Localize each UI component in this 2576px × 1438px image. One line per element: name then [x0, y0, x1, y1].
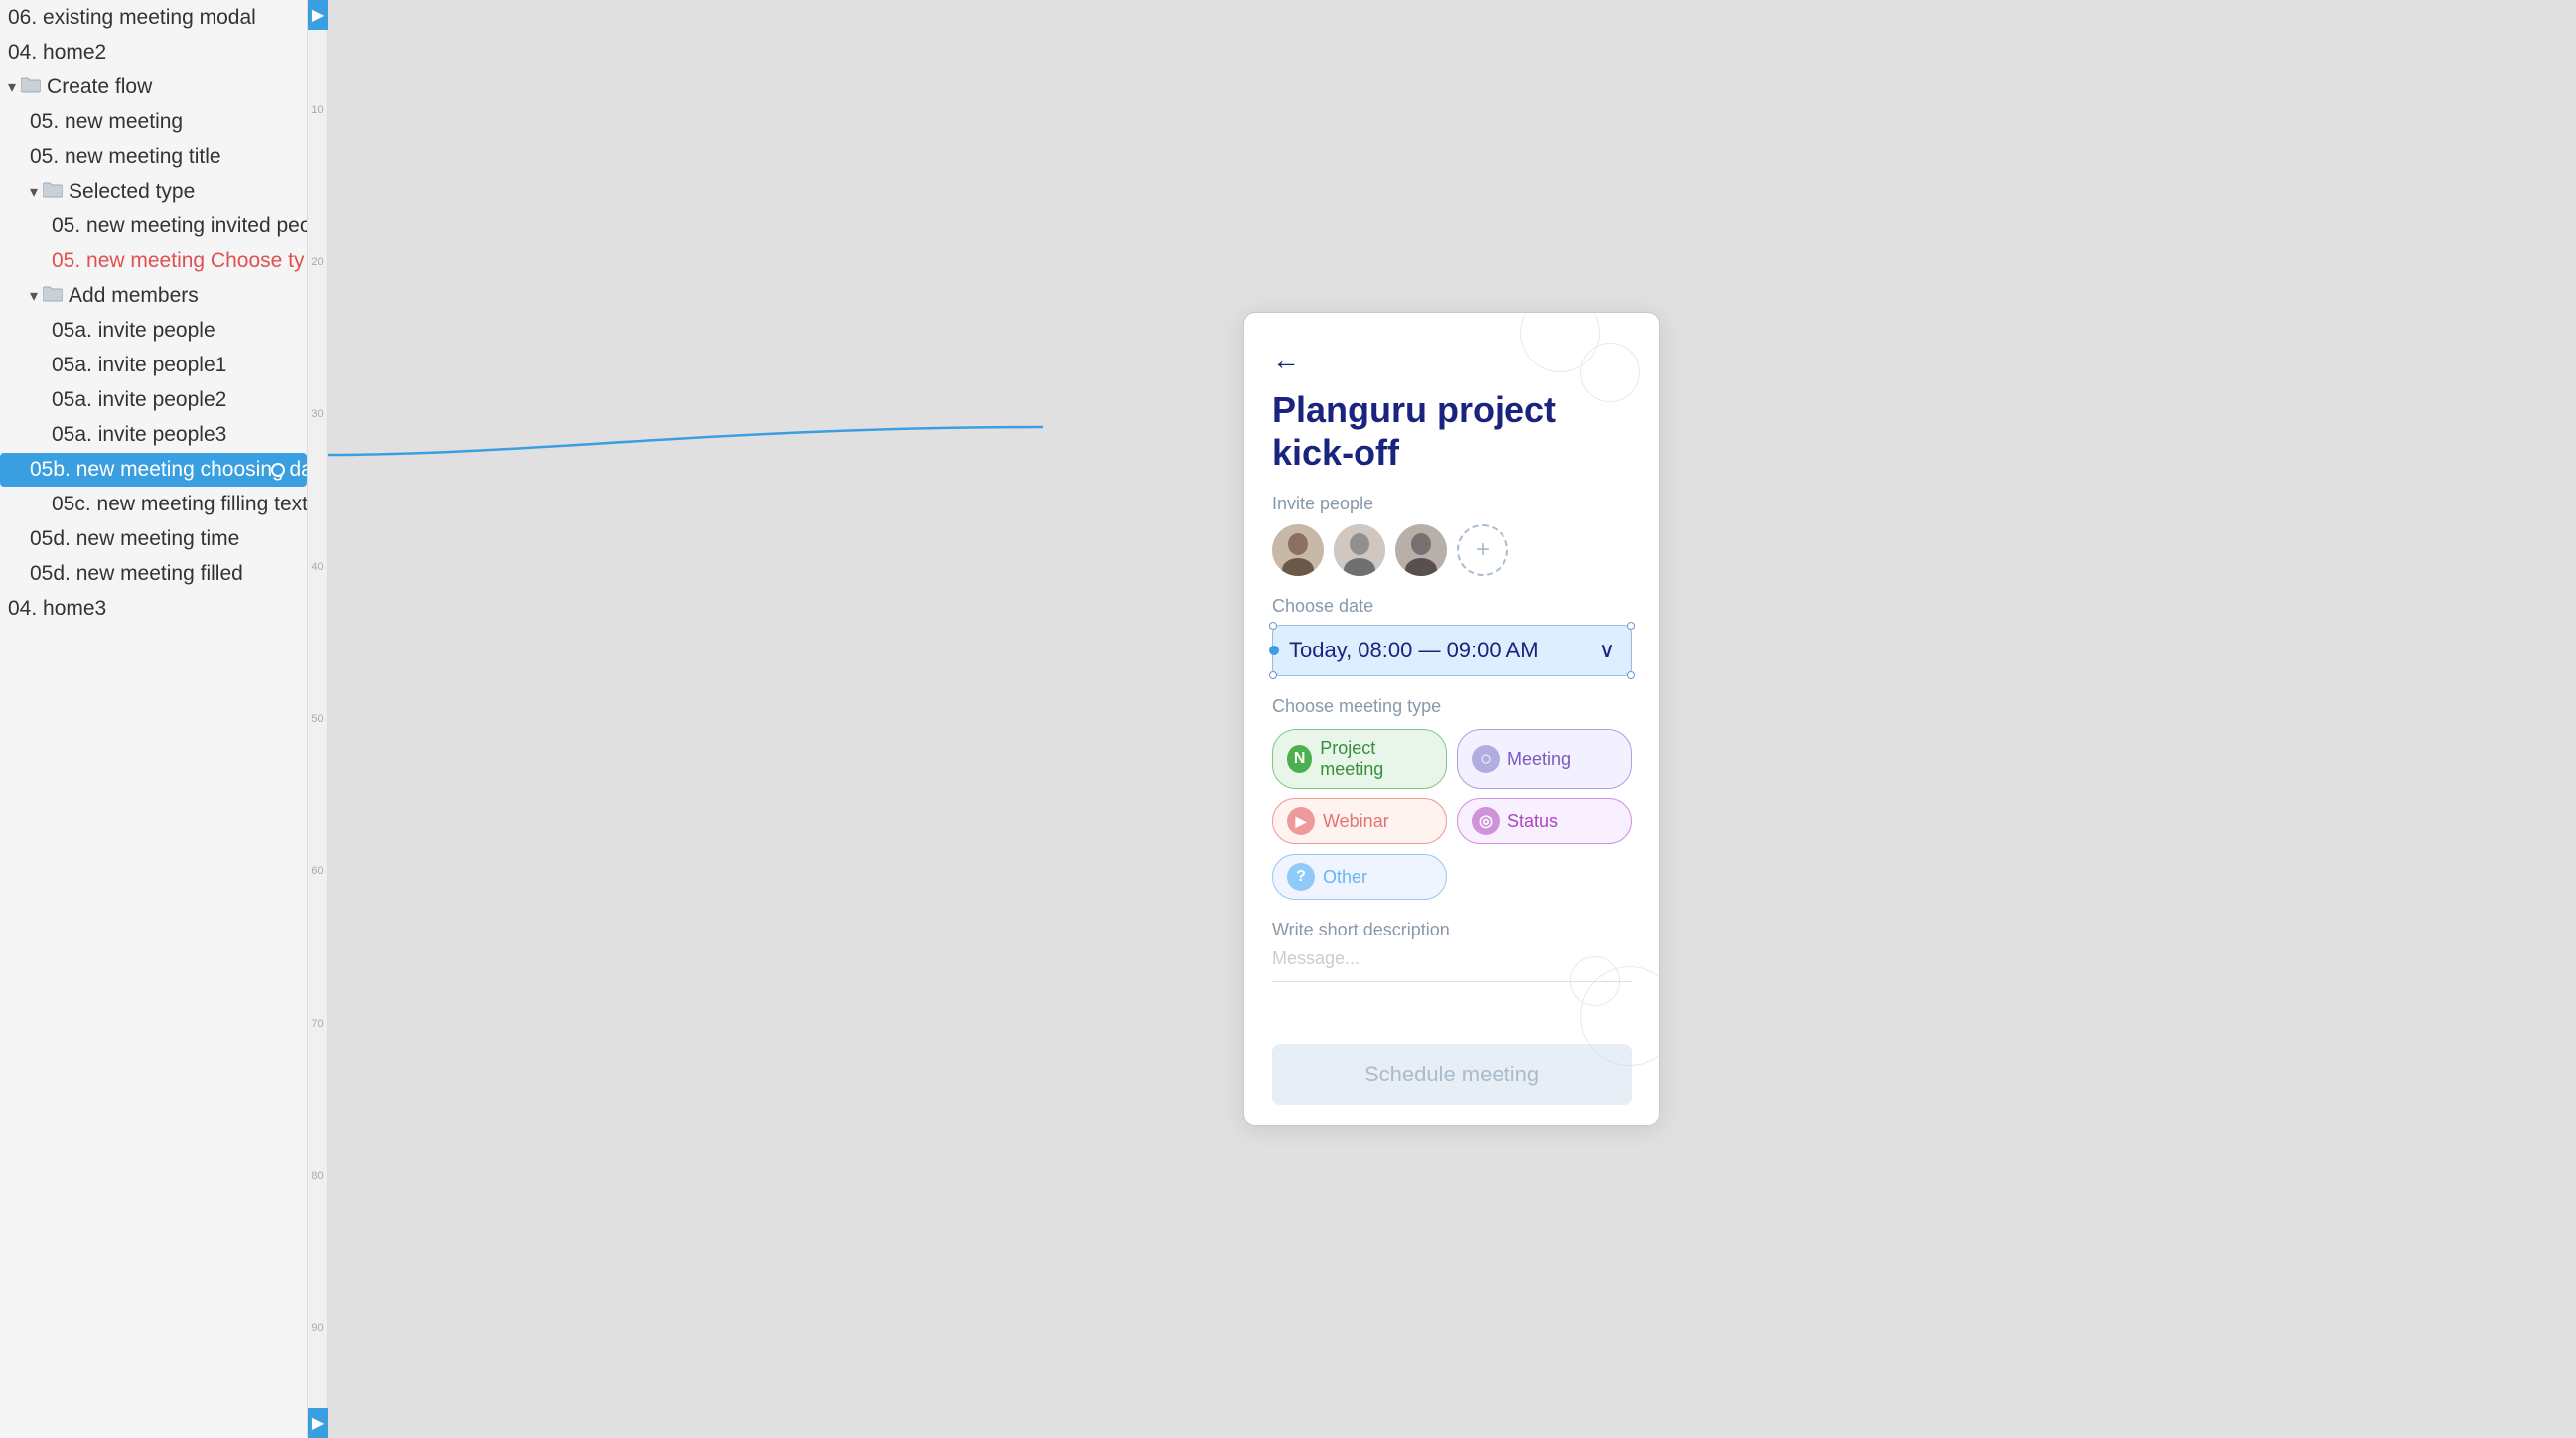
tree-label-new-meeting-time: 05d. new meeting time — [30, 527, 239, 551]
avatar-2[interactable] — [1334, 524, 1385, 576]
date-selector[interactable]: Today, 08:00 — 09:00 AM ∨ — [1272, 625, 1632, 676]
type-pill-status[interactable]: ◎ Status — [1457, 798, 1632, 844]
tree-item-new-meeting-title[interactable]: 05. new meeting title — [0, 140, 307, 174]
choose-date-label: Choose date — [1272, 596, 1632, 617]
ruler-arrow-top[interactable]: ▶ — [308, 0, 328, 30]
ruler-mark-70: 70 — [308, 1018, 327, 1030]
ruler-mark-30: 30 — [308, 408, 327, 420]
ruler-mark-90: 90 — [308, 1322, 327, 1334]
tree-label-invite-people3: 05a. invite people3 — [52, 423, 226, 447]
type-pill-webinar[interactable]: ▶ Webinar — [1272, 798, 1447, 844]
tree-label-home2: 04. home2 — [8, 41, 106, 65]
meeting-label: Meeting — [1507, 749, 1571, 770]
tree-item-create-flow[interactable]: ▾ Create flow — [0, 71, 307, 104]
tree-item-new-meeting-choosing-date[interactable]: 05b. new meeting choosing date — [0, 453, 307, 487]
tree-label-selected-type: Selected type — [69, 180, 195, 204]
tree-item-invite-people3[interactable]: 05a. invite people3 — [0, 418, 307, 452]
tree-label-create-flow: Create flow — [47, 75, 152, 99]
description-label: Write short description — [1272, 920, 1632, 940]
ruler-arrow-bottom[interactable]: ▶ — [308, 1408, 328, 1438]
tree-item-invite-people[interactable]: 05a. invite people — [0, 314, 307, 348]
type-pill-meeting[interactable]: ○ Meeting — [1457, 729, 1632, 789]
ruler-mark-20: 20 — [308, 256, 327, 268]
date-value: Today, 08:00 — 09:00 AM — [1289, 638, 1539, 663]
date-chevron-icon: ∨ — [1599, 638, 1615, 663]
project-icon: N — [1287, 745, 1312, 773]
tree-item-new-meeting-invited[interactable]: 05. new meeting invited peop — [0, 210, 307, 243]
status-icon: ◎ — [1472, 807, 1500, 835]
ruler: ▶ 10 20 30 40 50 60 70 80 90 ▶ — [307, 0, 327, 1438]
schedule-meeting-button[interactable]: Schedule meeting — [1272, 1044, 1632, 1105]
tree-item-new-meeting[interactable]: 05. new meeting — [0, 105, 307, 139]
meeting-icon: ○ — [1472, 745, 1500, 773]
tree-label-new-meeting-invited: 05. new meeting invited peop — [52, 215, 307, 238]
ruler-mark-40: 40 — [308, 561, 327, 573]
handle-bl — [1269, 671, 1277, 679]
other-label: Other — [1323, 867, 1367, 888]
tree-label-new-meeting: 05. new meeting — [30, 110, 183, 134]
type-pill-other[interactable]: ? Other — [1272, 854, 1447, 900]
add-avatar-button[interactable]: + — [1457, 524, 1508, 576]
description-placeholder: Message... — [1272, 948, 1632, 969]
meeting-type-label: Choose meeting type — [1272, 696, 1632, 717]
webinar-label: Webinar — [1323, 811, 1389, 832]
mobile-frame: ← Planguru project kick-off Invite peopl… — [1243, 312, 1660, 1126]
tree-label-new-meeting-filling: 05c. new meeting filling textfield — [52, 493, 307, 516]
avatar-1[interactable] — [1272, 524, 1324, 576]
handle-ml-connector — [1269, 646, 1279, 655]
tree-label-invite-people2: 05a. invite people2 — [52, 388, 226, 412]
tree-label-new-meeting-choose-ty: 05. new meeting Choose ty — [52, 249, 304, 273]
avatar-3[interactable] — [1395, 524, 1447, 576]
tree-item-invite-people1[interactable]: 05a. invite people1 — [0, 349, 307, 382]
main-canvas: ← Planguru project kick-off Invite peopl… — [328, 0, 2576, 1438]
tree-label-invite-people: 05a. invite people — [52, 319, 215, 343]
project-label: Project meeting — [1320, 738, 1432, 780]
type-pill-project[interactable]: N Project meeting — [1272, 729, 1447, 789]
tree-label-new-meeting-title: 05. new meeting title — [30, 145, 221, 169]
handle-tl — [1269, 622, 1277, 630]
tree-label-new-meeting-filled: 05d. new meeting filled — [30, 562, 243, 586]
tree-item-new-meeting-choose-ty[interactable]: 05. new meeting Choose ty — [0, 244, 307, 278]
status-label: Status — [1507, 811, 1558, 832]
tree-item-new-meeting-filling[interactable]: 05c. new meeting filling textfield — [0, 488, 307, 521]
tree-item-home2[interactable]: 04. home2 — [0, 36, 307, 70]
connector-dot-new-meeting-choosing-date — [271, 463, 285, 477]
ruler-mark-10: 10 — [308, 104, 327, 116]
meeting-title: Planguru project kick-off — [1272, 388, 1632, 474]
handle-br — [1627, 671, 1635, 679]
tree-label-new-meeting-choosing-date: 05b. new meeting choosing date — [30, 458, 307, 482]
tree-label-add-members: Add members — [69, 284, 199, 308]
tree-item-home3[interactable]: 04. home3 — [0, 592, 307, 626]
invite-people-label: Invite people — [1272, 494, 1632, 514]
ruler-mark-60: 60 — [308, 865, 327, 877]
tree-item-selected-type[interactable]: ▾ Selected type — [0, 175, 307, 209]
tree-label-existing-meeting-modal: 06. existing meeting modal — [8, 6, 256, 30]
back-arrow-button[interactable]: ← — [1272, 345, 1632, 376]
tree-item-existing-meeting-modal[interactable]: 06. existing meeting modal — [0, 1, 307, 35]
webinar-icon: ▶ — [1287, 807, 1315, 835]
ruler-mark-80: 80 — [308, 1170, 327, 1182]
tree-label-home3: 04. home3 — [8, 597, 106, 621]
tree-item-add-members[interactable]: ▾ Add members — [0, 279, 307, 313]
handle-tr — [1627, 622, 1635, 630]
other-icon: ? — [1287, 863, 1315, 891]
divider — [1272, 981, 1632, 982]
mobile-content: ← Planguru project kick-off Invite peopl… — [1244, 313, 1659, 1125]
tree-label-invite-people1: 05a. invite people1 — [52, 354, 226, 377]
ruler-mark-50: 50 — [308, 713, 327, 725]
left-panel: 06. existing meeting modal 04. home2 ▾ Cre… — [0, 0, 328, 1438]
invite-people-row: + — [1272, 524, 1632, 576]
tree-item-new-meeting-filled[interactable]: 05d. new meeting filled — [0, 557, 307, 591]
meeting-types-grid: N Project meeting ○ Meeting ▶ Webinar ◎ … — [1272, 729, 1632, 900]
tree-item-invite-people2[interactable]: 05a. invite people2 — [0, 383, 307, 417]
tree-item-new-meeting-time[interactable]: 05d. new meeting time — [0, 522, 307, 556]
tree-container: 06. existing meeting modal 04. home2 ▾ Cre… — [0, 0, 327, 1438]
